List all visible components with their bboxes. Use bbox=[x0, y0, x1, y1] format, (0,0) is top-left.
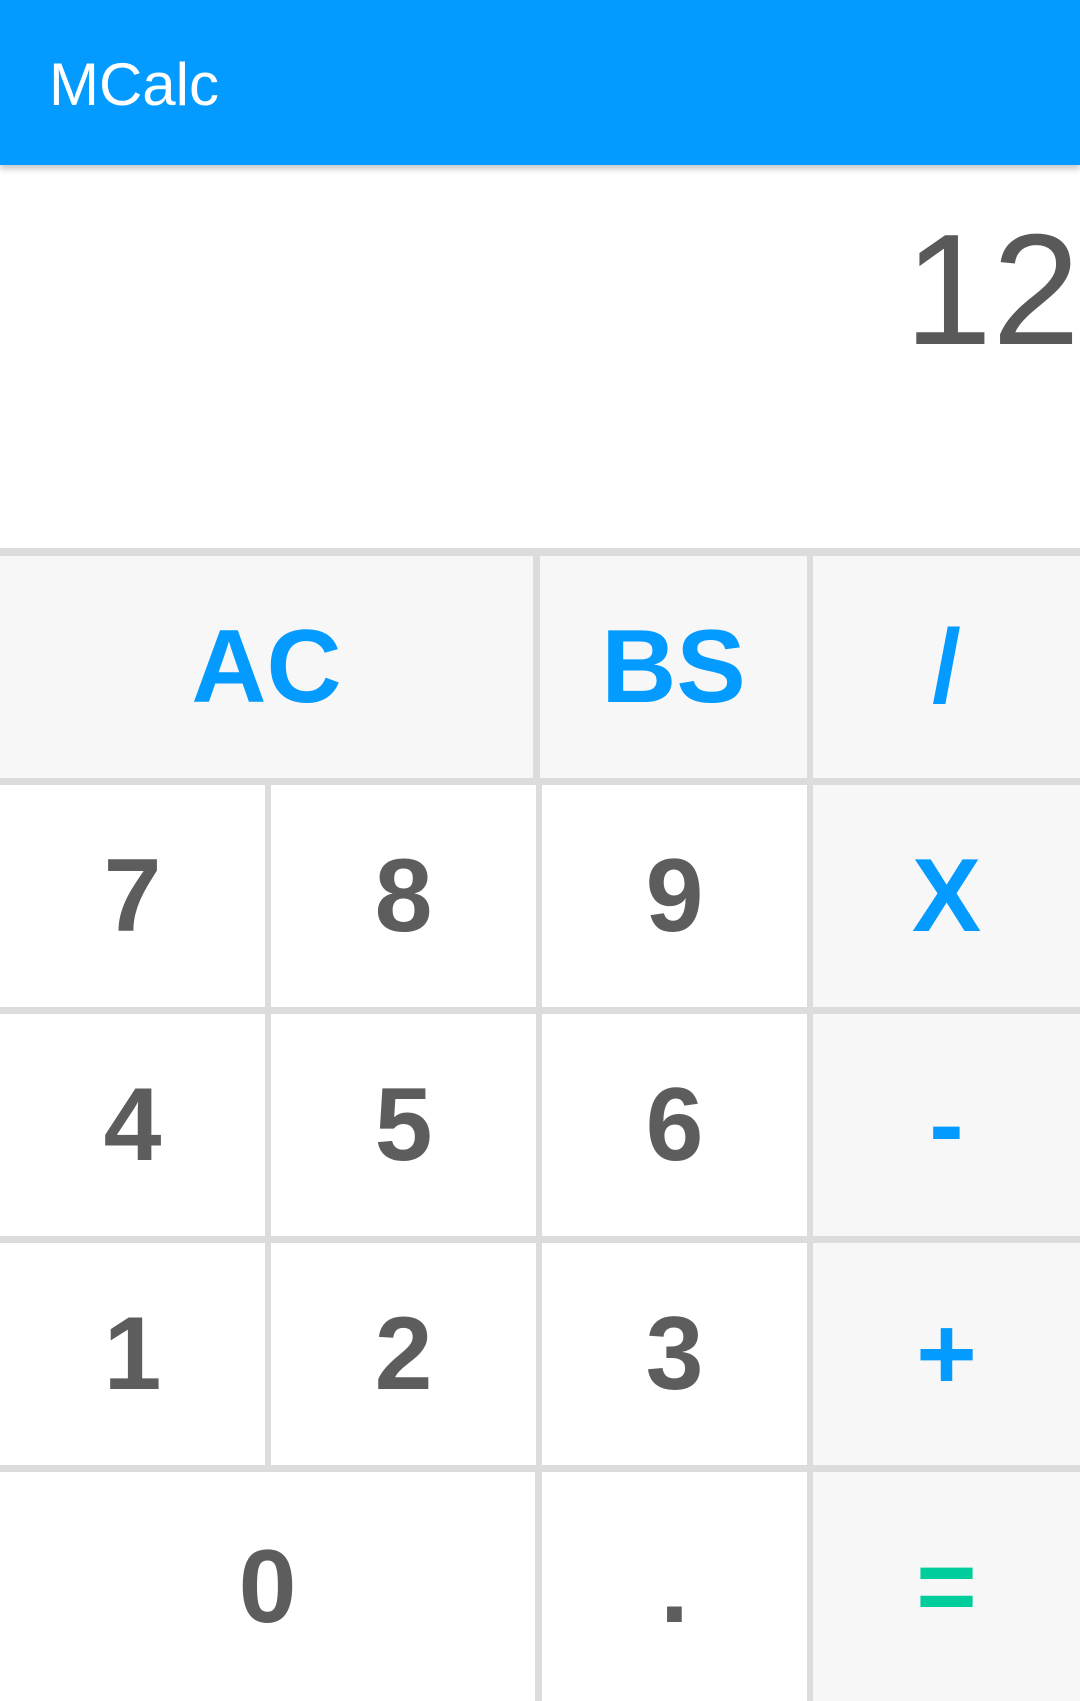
digit-6-label: 6 bbox=[645, 1067, 704, 1183]
digit-7-button[interactable]: 7 bbox=[0, 785, 265, 1007]
all-clear-button[interactable]: AC bbox=[0, 556, 533, 778]
backspace-button[interactable]: BS bbox=[540, 556, 807, 778]
plus-button[interactable]: + bbox=[813, 1243, 1080, 1465]
backspace-label: BS bbox=[601, 609, 746, 725]
multiply-label: X bbox=[911, 838, 982, 954]
digit-1-button[interactable]: 1 bbox=[0, 1243, 265, 1465]
minus-button[interactable]: - bbox=[813, 1014, 1080, 1236]
equals-button[interactable]: = bbox=[813, 1472, 1080, 1701]
minus-label: - bbox=[929, 1067, 964, 1183]
equals-label: = bbox=[916, 1528, 977, 1645]
digit-7-label: 7 bbox=[103, 838, 162, 954]
digit-1-label: 1 bbox=[103, 1296, 162, 1412]
app-bar: MCalc bbox=[0, 0, 1080, 165]
keypad: AC BS / 7 8 9 X 4 5 6 - 1 2 3 + 0 . = bbox=[0, 548, 1080, 1701]
digit-4-label: 4 bbox=[103, 1067, 162, 1183]
digit-9-label: 9 bbox=[645, 838, 704, 954]
digit-3-button[interactable]: 3 bbox=[542, 1243, 807, 1465]
plus-label: + bbox=[916, 1296, 977, 1412]
digit-3-label: 3 bbox=[645, 1296, 704, 1412]
digit-8-label: 8 bbox=[374, 838, 433, 954]
calculator-display: 12 bbox=[0, 165, 1080, 548]
divide-button[interactable]: / bbox=[813, 556, 1080, 778]
all-clear-label: AC bbox=[191, 609, 342, 725]
digit-5-label: 5 bbox=[374, 1067, 433, 1183]
digit-8-button[interactable]: 8 bbox=[271, 785, 536, 1007]
digit-0-label: 0 bbox=[238, 1528, 297, 1645]
divide-label: / bbox=[932, 609, 961, 725]
display-value: 12 bbox=[904, 202, 1080, 378]
digit-2-label: 2 bbox=[374, 1296, 433, 1412]
decimal-point-button[interactable]: . bbox=[542, 1472, 807, 1701]
digit-9-button[interactable]: 9 bbox=[542, 785, 807, 1007]
digit-0-button[interactable]: 0 bbox=[0, 1472, 535, 1701]
digit-2-button[interactable]: 2 bbox=[271, 1243, 536, 1465]
digit-4-button[interactable]: 4 bbox=[0, 1014, 265, 1236]
multiply-button[interactable]: X bbox=[813, 785, 1080, 1007]
digit-5-button[interactable]: 5 bbox=[271, 1014, 536, 1236]
digit-6-button[interactable]: 6 bbox=[542, 1014, 807, 1236]
app-title: MCalc bbox=[49, 51, 220, 118]
decimal-point-label: . bbox=[660, 1528, 689, 1645]
